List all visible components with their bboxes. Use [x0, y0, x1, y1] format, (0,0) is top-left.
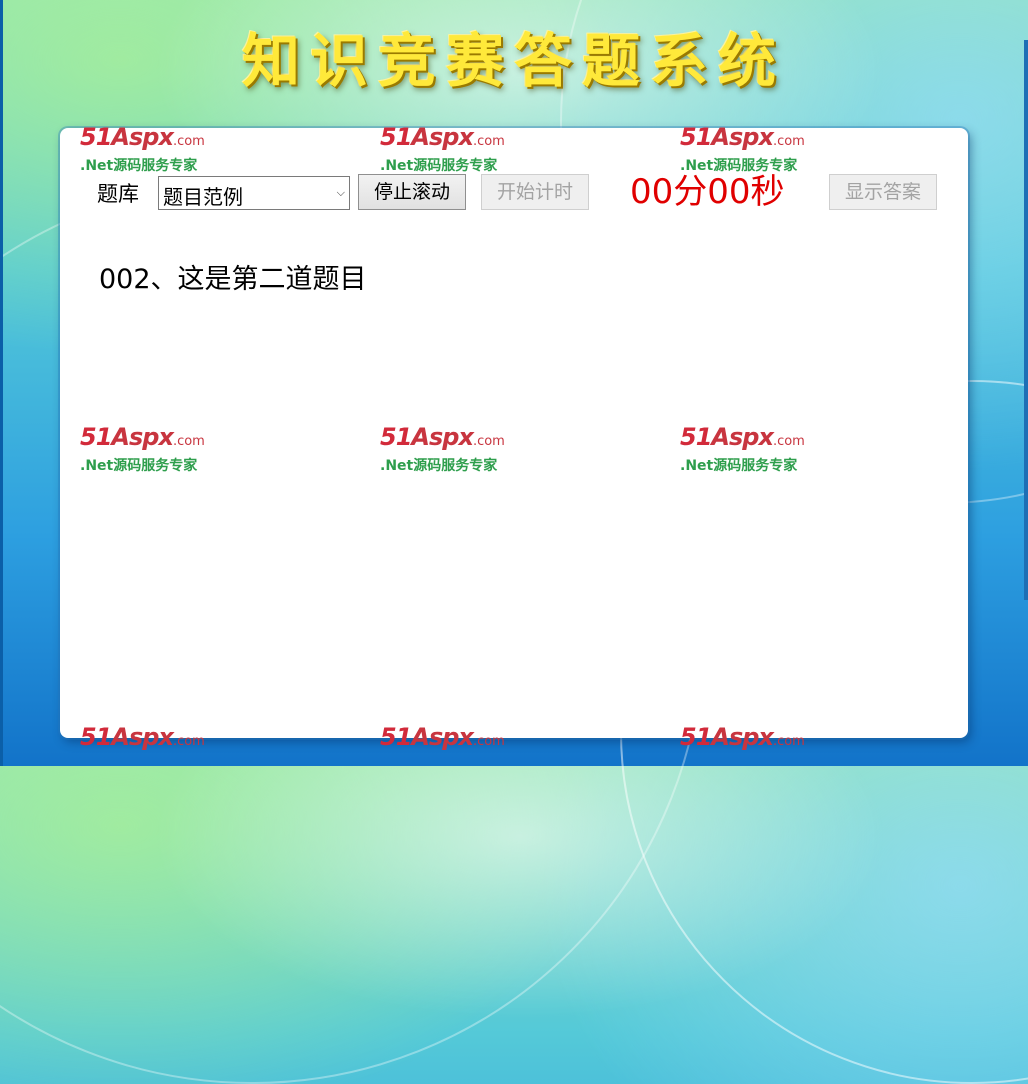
question-bank-selected-value: 题目范例 — [163, 185, 243, 209]
question-bank-label: 题库 — [97, 182, 139, 206]
question-bank-select[interactable]: 题目范例 ⌵ — [158, 176, 350, 210]
left-edge — [0, 0, 3, 766]
show-answer-button[interactable]: 显示答案 — [829, 174, 937, 210]
start-timer-button[interactable]: 开始计时 — [481, 174, 589, 210]
question-text: 002、这是第二道题目 — [99, 264, 367, 295]
stop-scroll-button[interactable]: 停止滚动 — [358, 174, 466, 210]
chevron-down-icon: ⌵ — [336, 186, 345, 199]
timer-display: 00分00秒 — [630, 172, 785, 212]
app-title: 知识竞赛答题系统 — [241, 27, 786, 95]
main-panel — [60, 128, 968, 738]
right-edge — [1024, 40, 1028, 600]
